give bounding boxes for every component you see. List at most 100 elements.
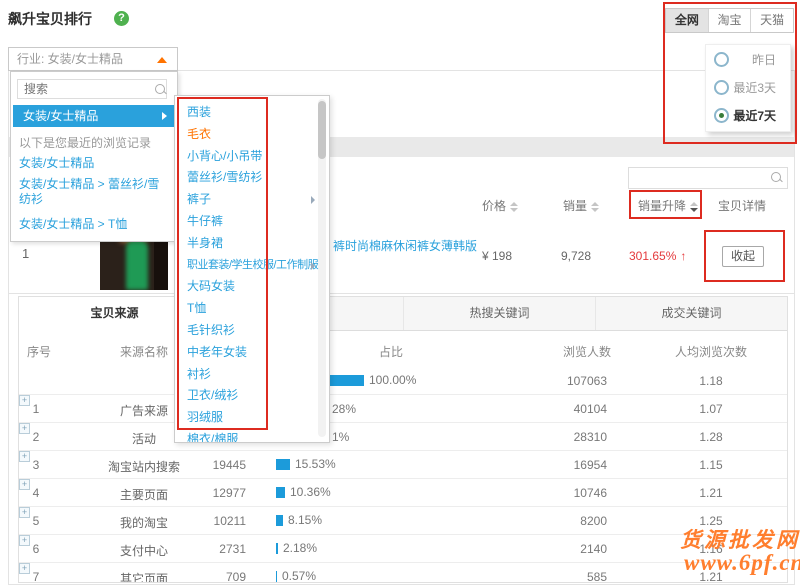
pct-value: 15.53% [295, 457, 336, 471]
history-link[interactable]: 女装/女士精品 [19, 156, 171, 171]
views-count: 12977 [136, 486, 246, 500]
flyout-item[interactable]: 裤子 [175, 189, 329, 211]
flyout-item[interactable]: 职业套装/学生校服/工作制服 [175, 255, 329, 277]
pct-bar-group: 2.18% [276, 542, 317, 554]
history-link[interactable]: 女装/女士精品 > T恤 [19, 217, 171, 232]
column-header-sales[interactable]: 销量 [563, 197, 599, 214]
source-rows: 100.00%1070631.181+广告来源28%401041.072+活动1… [19, 367, 787, 583]
flyout-item[interactable]: 大码女装 [175, 276, 329, 298]
rank-number: 1 [22, 246, 29, 261]
row-seq: 7 [29, 570, 43, 583]
category-flyout: 西装毛衣小背心/小吊带蕾丝衫/雪纺衫裤子牛仔裤半身裙职业套装/学生校服/工作制服… [174, 95, 330, 443]
visitors-count: 40104 [489, 402, 619, 416]
scope-tab-天猫[interactable]: 天猫 [750, 9, 793, 32]
industry-dropdown: 女装/女士精品 以下是您最近的浏览记录 女装/女士精品 女装/女士精品 > 蕾丝… [10, 71, 178, 242]
sort-icon-active[interactable] [690, 202, 698, 212]
flyout-item[interactable]: 中老年女装 [175, 342, 329, 364]
sort-icon[interactable] [510, 202, 518, 212]
pct-value: 2.18% [283, 541, 317, 555]
period-option[interactable]: 昨日 [706, 45, 790, 73]
views-count: 709 [136, 570, 246, 583]
column-header-detail: 宝贝详情 [718, 197, 766, 214]
views-count: 2731 [136, 542, 246, 556]
column-header-seq: 序号 [27, 343, 57, 360]
flyout-item[interactable]: 牛仔裤 [175, 211, 329, 233]
avg-views: 1.15 [641, 458, 781, 472]
flyout-item[interactable]: 羽绒服 [175, 407, 329, 429]
column-header-avg-views: 人均浏览次数 [641, 343, 781, 360]
period-option[interactable]: 最近7天 [706, 101, 790, 129]
visitors-count: 10746 [489, 486, 619, 500]
column-header-price[interactable]: 价格 [482, 197, 518, 214]
pct-value-partial: 28% [332, 402, 356, 416]
avg-views: 1.21 [641, 486, 781, 500]
collapse-button[interactable]: 收起 [722, 246, 764, 267]
flyout-item[interactable]: 小背心/小吊带 [175, 146, 329, 168]
table-row: 5+我的淘宝102118.15%82001.25 [19, 506, 787, 534]
scope-tab-淘宝[interactable]: 淘宝 [708, 9, 751, 32]
visitors-count: 585 [489, 570, 619, 583]
visitors-count: 8200 [489, 514, 619, 528]
flyout-item[interactable]: 西装 [175, 102, 329, 124]
row-seq: 1 [29, 402, 43, 416]
avg-views: 1.07 [641, 402, 781, 416]
avg-views: 1.18 [641, 374, 781, 388]
pct-bar [276, 543, 278, 554]
period-option[interactable]: 最近3天 [706, 73, 790, 101]
row-seq: 3 [29, 458, 43, 472]
flyout-item[interactable]: 半身裙 [175, 233, 329, 255]
sort-icon[interactable] [591, 202, 599, 212]
period-dropdown: 昨日最近3天最近7天 [705, 44, 791, 132]
flyout-item[interactable]: 卫衣/绒衫 [175, 385, 329, 407]
help-icon[interactable]: ? [114, 11, 129, 26]
source-tab-热搜关键词[interactable]: 热搜关键词 [403, 297, 595, 330]
pct-bar [276, 515, 283, 526]
visitors-count: 107063 [489, 374, 619, 388]
industry-item-selected[interactable]: 女装/女士精品 [13, 105, 175, 127]
flyout-item[interactable]: 衬衫 [175, 364, 329, 386]
watermark-url: www.6pf.cn [684, 550, 800, 576]
flyout-item[interactable]: 蕾丝衫/雪纺衫 [175, 167, 329, 189]
industry-search-input[interactable] [17, 79, 167, 99]
source-card: 宝贝来源热搜关键词成交关键词 序号 来源名称 占比 浏览人数 人均浏览次数 10… [18, 296, 788, 583]
views-count: 19445 [136, 458, 246, 472]
source-tab-成交关键词[interactable]: 成交关键词 [595, 297, 787, 330]
product-sales: 9,728 [561, 249, 591, 263]
product-price: ¥ 198 [482, 249, 512, 263]
page: 飙升宝贝排行 ? 全网淘宝天猫 昨日最近3天最近7天 价格 销量 销量升降 宝贝… [0, 0, 800, 586]
flyout-item[interactable]: 毛针织衫 [175, 320, 329, 342]
column-header-visitors: 浏览人数 [489, 343, 619, 360]
pct-value-partial: 1% [332, 430, 349, 444]
page-title: 飙升宝贝排行 [8, 9, 92, 29]
visitors-count: 2140 [489, 542, 619, 556]
up-arrow-icon: ↑ [680, 249, 686, 263]
history-link[interactable]: 女装/女士精品 > 蕾丝衫/雪纺衫 [19, 177, 171, 207]
product-title-link[interactable]: 裤时尚棉麻休闲裤女薄韩版 [333, 237, 477, 254]
radio-icon[interactable] [714, 80, 729, 95]
card-divider [8, 293, 795, 294]
table-row: 2+活动1%283101.28 [19, 422, 787, 450]
avg-views: 1.28 [641, 430, 781, 444]
period-option-label: 最近3天 [733, 79, 776, 96]
radio-icon[interactable] [714, 108, 729, 123]
pct-bar [276, 487, 285, 498]
sales-change: 301.65%↑ [629, 249, 686, 263]
column-header-pct: 占比 [351, 343, 431, 360]
industry-select[interactable]: 行业: 女装/女士精品 [8, 47, 178, 71]
flyout-item[interactable]: T恤 [175, 298, 329, 320]
radio-icon[interactable] [714, 52, 729, 67]
source-tab-bar: 宝贝来源热搜关键词成交关键词 [19, 297, 787, 331]
product-search-box[interactable] [628, 167, 788, 189]
scope-tab-全网[interactable]: 全网 [666, 9, 708, 32]
table-row: 3+淘宝站内搜索1944515.53%169541.15 [19, 450, 787, 478]
search-icon [771, 172, 781, 182]
column-header-sales-trend[interactable]: 销量升降 [638, 197, 698, 214]
visitors-count: 16954 [489, 458, 619, 472]
chevron-right-icon [311, 262, 315, 270]
flyout-item[interactable]: 毛衣 [175, 124, 329, 146]
row-seq: 5 [29, 514, 43, 528]
pct-bar-group: 15.53% [276, 458, 336, 470]
period-option-label: 昨日 [752, 51, 776, 68]
flyout-item[interactable]: 棉衣/棉服 [175, 429, 329, 443]
pct-value: 0.57% [282, 569, 316, 583]
